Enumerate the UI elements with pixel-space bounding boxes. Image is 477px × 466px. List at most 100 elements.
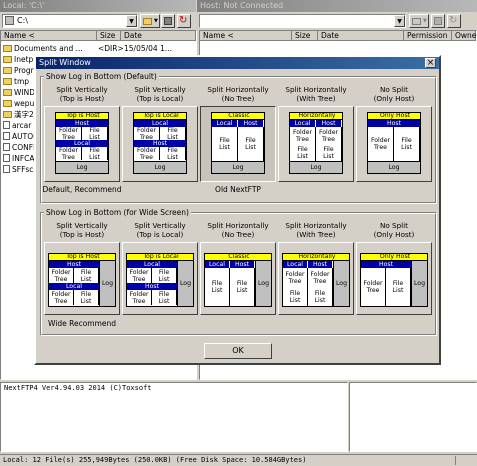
status-divider — [455, 456, 456, 465]
layout-option-button[interactable]: Horizontally Log Local Folder Tree File List Ho… — [278, 106, 354, 182]
file-list-label: List — [236, 287, 248, 294]
table-row[interactable]: Documents and ... <DIR>15/05/04 1... — [3, 43, 195, 54]
file-list-label: List — [80, 297, 92, 305]
layout-option-button[interactable]: Classic Log Local File List Host File List — [200, 106, 276, 182]
host-folder-button[interactable]: ▼ — [409, 14, 429, 28]
chevron-down-icon[interactable]: ▼ — [126, 15, 137, 27]
file-list-label: File — [219, 137, 230, 144]
file-list-label: List — [245, 144, 256, 151]
folder-tree-label: Tree — [54, 297, 68, 305]
file-list-label: File — [80, 290, 92, 298]
layout-option-button[interactable]: Top is Host Log Host Folder Tree File List Loca… — [44, 242, 120, 315]
file-list-label: List — [314, 296, 326, 304]
host-path-combo[interactable]: ▼ — [199, 14, 406, 28]
file-icon — [3, 165, 10, 173]
split-window-dialog: Split Window × Show Log in Bottom (Defau… — [34, 55, 441, 365]
folder-icon — [3, 111, 12, 118]
file-list-label: File — [236, 280, 248, 287]
preview-caption: Horizontally — [283, 254, 349, 261]
layout-option-button[interactable]: Horizontally Log Local Folder Tree File List Ho… — [278, 242, 354, 315]
status-bar: Local: 12 File(s) 255,949Bytes (250.0KB)… — [0, 454, 477, 466]
folder-tree-cell: Folder Tree — [127, 268, 152, 283]
folder-tree-label: Folder — [292, 128, 313, 136]
folder-icon — [3, 78, 12, 85]
option-caption: Split Horizontally (With Tree) — [274, 221, 358, 239]
log-pane-preview: Log — [212, 161, 264, 173]
local-path-value: C:\ — [17, 16, 28, 25]
file-size: <DIR> — [98, 44, 124, 53]
log-pane-preview: Log — [290, 161, 342, 173]
folder-tree-cell: Folder Tree — [283, 268, 308, 287]
column-header-size[interactable]: Size — [292, 31, 318, 41]
folder-tree-cell: Folder Tree — [134, 127, 160, 141]
queue-pane[interactable] — [349, 382, 477, 452]
layout-preview: Top is Local Log Local Folder Tree File List Ho… — [133, 112, 187, 174]
log-pane[interactable]: NextFTP4 Ver4.94.03 2014 (C)Toxsoft — [0, 382, 348, 452]
layout-option-button[interactable]: Top is Host Log Host Folder Tree File List Loca… — [44, 106, 120, 182]
folder-tree-cell: Folder Tree — [56, 147, 82, 161]
file-list-label: List — [158, 297, 170, 305]
option-caption: Split Horizontally (With Tree) — [274, 85, 358, 103]
column-header-date[interactable]: Date — [318, 31, 404, 41]
column-header-owner[interactable]: Owner — [452, 31, 477, 41]
file-list-cell: File List — [205, 268, 230, 306]
log-pane-preview: Log — [368, 161, 420, 173]
file-list-label: File — [89, 147, 100, 154]
folder-tree-cell: Folder Tree — [308, 268, 333, 287]
host-refresh-button[interactable]: ↻ — [447, 14, 461, 28]
caption-line: Split Vertically — [134, 221, 186, 230]
log-pane-preview: Log — [99, 261, 115, 306]
layout-option-button[interactable]: Only Host Log Host Folder Tree File List — [356, 242, 432, 315]
file-list-cell: File List — [212, 127, 238, 161]
file-list-cell: File List — [308, 287, 333, 306]
refresh-icon: ↻ — [179, 15, 188, 26]
layout-preview: Classic Log Local File List Host File List — [211, 112, 265, 174]
open-folder-button[interactable]: ▼ — [140, 14, 160, 28]
folder-tree-label: Folder — [370, 137, 391, 144]
file-list-cell: File List — [82, 127, 108, 141]
preview-caption: Only Host — [368, 113, 420, 120]
disk-button[interactable] — [161, 14, 175, 28]
drive-icon — [5, 16, 14, 25]
column-header-name[interactable]: Name < — [1, 31, 97, 41]
folder-tree-cell: Folder Tree — [134, 147, 160, 161]
refresh-button[interactable]: ↻ — [177, 14, 191, 28]
close-button[interactable]: × — [425, 58, 436, 68]
pane-label: Host — [361, 261, 411, 268]
pane-label: Host — [127, 283, 177, 290]
folder-tree-label: Folder — [129, 290, 149, 298]
disk-icon — [164, 17, 172, 25]
column-header-date[interactable]: Date — [121, 31, 196, 41]
folder-tree-label: Folder — [363, 280, 383, 287]
caption-line: (No Tree) — [221, 94, 255, 103]
local-path-combo[interactable]: C:\ ▼ — [2, 14, 138, 28]
close-icon: × — [426, 58, 435, 68]
caption-line: (Only Host) — [373, 230, 415, 239]
file-list-cell: File List — [160, 127, 186, 141]
ok-button[interactable]: OK — [204, 343, 272, 359]
folder-icon — [3, 45, 12, 52]
column-header-permission[interactable]: Permission — [404, 31, 452, 41]
caption-line: (Top is Local) — [136, 94, 184, 103]
folder-tree-label: Folder — [136, 127, 157, 134]
layout-option-button[interactable]: Classic Log Local File List Host File List — [200, 242, 276, 315]
column-header-size[interactable]: Size — [97, 31, 121, 41]
log-line: NextFTP4 Ver4.94.03 2014 (C)Toxsoft — [4, 384, 152, 392]
layout-option-button[interactable]: Only Host Log Host Folder Tree File List — [356, 106, 432, 182]
folder-tree-label: Tree — [62, 154, 75, 161]
chevron-down-icon[interactable]: ▼ — [394, 15, 405, 27]
file-list-label: List — [297, 152, 308, 160]
layout-preview: Horizontally Log Local Folder Tree File List Ho… — [282, 253, 350, 307]
pane-label: Local — [290, 120, 316, 127]
layout-option-button[interactable]: Top is Local Log Local Folder Tree File List Ho… — [122, 106, 198, 182]
layout-option-button[interactable]: Top is Local Log Local Folder Tree File List Ho… — [122, 242, 198, 315]
pane-label: Host — [316, 120, 342, 127]
host-disk-button[interactable] — [431, 14, 445, 28]
layout-preview: Top is Host Log Host Folder Tree File List Loca… — [48, 253, 116, 307]
layout-preview: Only Host Log Host Folder Tree File List — [360, 253, 428, 307]
preview-caption: Classic — [205, 254, 271, 261]
file-list-cell: File List — [74, 290, 99, 305]
column-header-name[interactable]: Name < — [200, 31, 292, 41]
layout-preview: Classic Log Local File List Host File List — [204, 253, 272, 307]
file-list-cell: File List — [394, 127, 420, 161]
